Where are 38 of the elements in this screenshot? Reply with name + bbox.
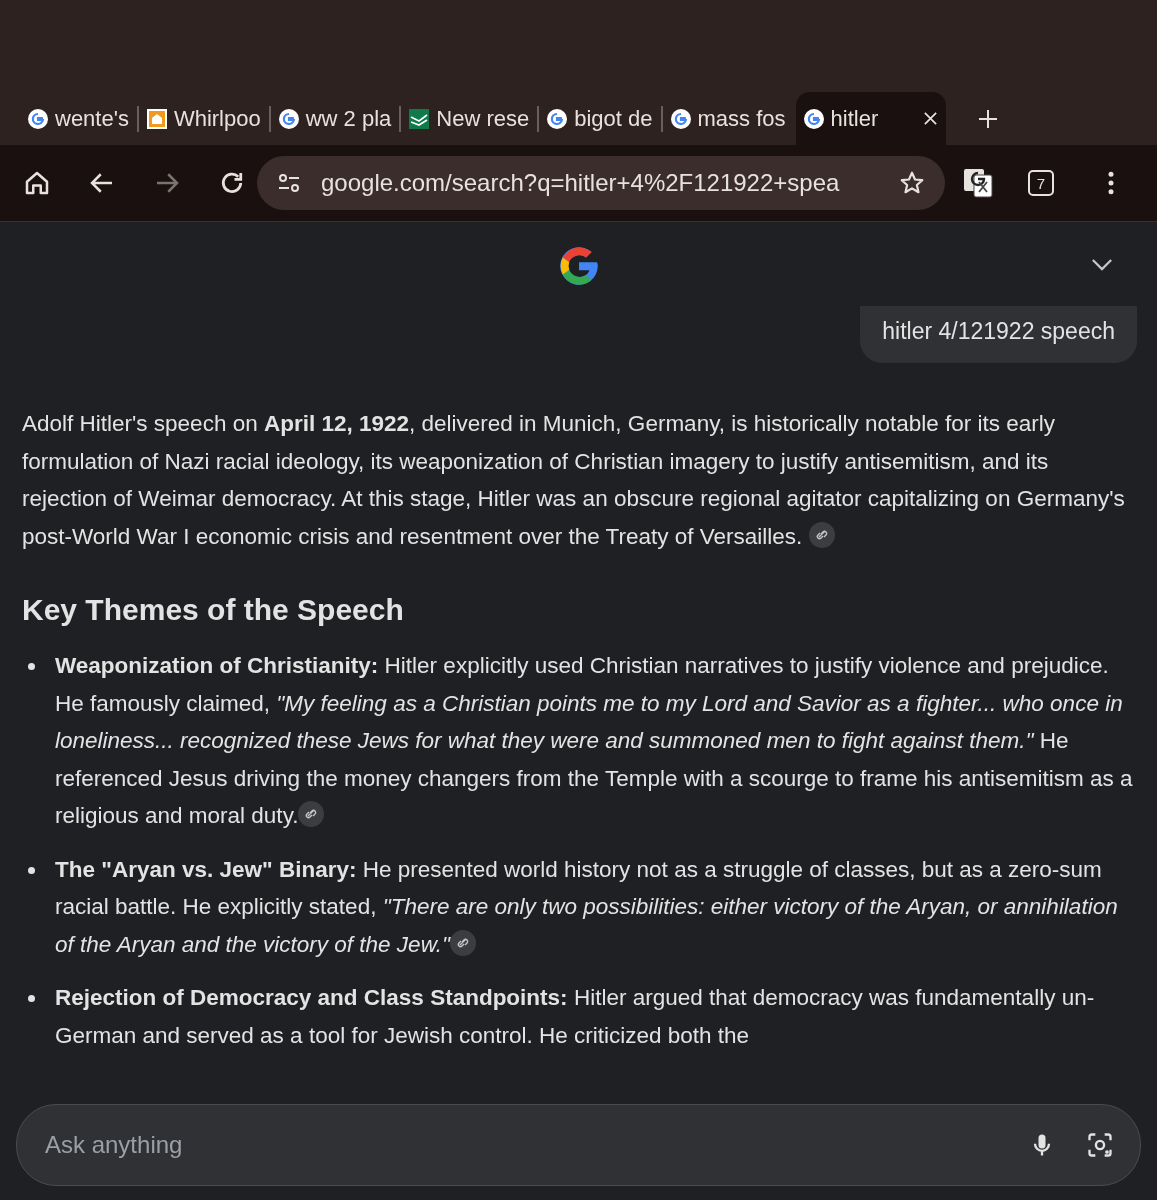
star-icon[interactable] [899,170,925,196]
browser-tab[interactable]: wente's [20,92,137,145]
link-icon[interactable] [449,929,476,956]
browser-tab[interactable]: New rese [401,92,538,145]
browser-tab[interactable]: Whirlpoo [138,92,269,145]
close-icon[interactable] [922,111,938,126]
tab-count-button[interactable]: 7 [1028,170,1054,196]
chart-favicon-icon [409,108,430,129]
query-bubble: hitler 4/121922 speech [860,306,1137,363]
google-favicon-icon [670,108,691,129]
google-favicon-icon [547,108,568,129]
camera-lens-icon[interactable] [1086,1131,1114,1159]
ask-input[interactable]: Ask anything [43,1130,998,1160]
ask-field[interactable]: Ask anything [16,1104,1141,1186]
url-text: google.com/search?q=hitler+4%2F121922+spea [321,169,841,197]
chevron-down-icon[interactable] [1091,258,1113,271]
address-bar[interactable]: google.com/search?q=hitler+4%2F121922+spea [257,156,945,210]
link-icon[interactable] [808,521,835,548]
bullet-icon [28,663,35,670]
browser-tab[interactable]: bigot de [539,92,661,145]
new-tab-icon[interactable] [977,108,998,129]
house-favicon-icon [146,108,167,129]
bullet-icon [28,866,35,874]
site-settings-icon[interactable] [277,173,301,193]
browser-tab[interactable]: ww 2 pla [270,92,400,145]
link-icon[interactable] [298,801,325,827]
bullet-text: Rejection of Democracy and Class Standpoints: Hitler argued that democracy was fundamentally un-German and served as a tool for Jewish control. He criticized both the [55,984,1096,1050]
browser-tab[interactable]: mass fos [662,92,794,145]
section-heading: Key Themes of the Speech [22,593,405,627]
browser-tab[interactable]: hitler [795,92,946,145]
bullet-text: The "Aryan vs. Jew" Binary: He presented world history not as a struggle of classes, but as a zero-sum racial battle. He explicitly stated, "There are only two possibilities: either victory of the Aryan, or annihilation of the Aryan and the victory of the Jew." [55,855,1119,959]
bullet-icon [28,995,35,1002]
google-favicon-icon [278,108,299,129]
google-favicon-icon [28,108,48,129]
bullet-text: Weaponization of Christianity: Hitler explicitly used Christian narratives to justify violence and prejudice. He famously claimed, "My feeling as a Christian points me to my Lord and Savior as a fighter... who once in loneliness... recognized these Jews for what they were and summoned men to fight against them." He referenced Jesus driving the money changers from the Temple with a scourge to frame his antisemitism as a religious and moral duty. [55,652,1134,830]
google-favicon-icon [803,108,824,129]
translate-icon[interactable] [963,168,993,198]
answer-paragraph: Adolf Hitler's speech on April 12, 1922, delivered in Munich, Germany, is historically notable for its early formulation of Nazi racial ideology, its weaponization of Christian imagery to justify antisemitism, and its rejection of Weimar democracy. At this stage, Hitler was an obscure regional agitator capitalizing on Germany's post-World War I economic crisis and resentment over the Treaty of Versailles. [22,410,1126,551]
